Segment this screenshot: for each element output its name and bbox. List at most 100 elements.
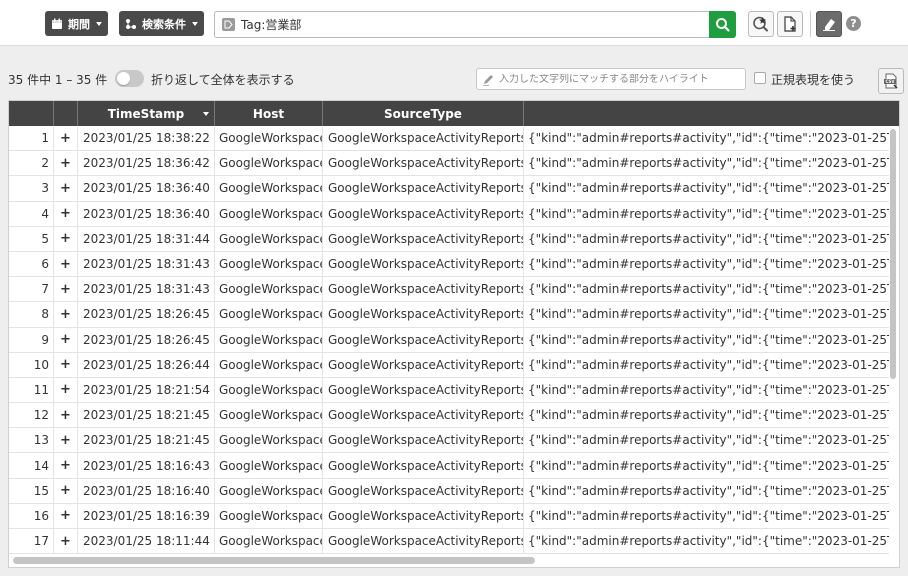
cell-timestamp: 2023/01/25 18:16:40 <box>78 478 215 503</box>
cell-raw: {"kind":"admin#reports#activity","id":{"… <box>528 534 889 549</box>
table-row[interactable]: 8 +2023/01/25 18:26:45 GoogleWorkspace Goog… <box>9 302 889 328</box>
toolbar: 期間 検索条件 ? <box>0 0 908 46</box>
expand-row-button[interactable]: + <box>54 428 78 453</box>
expand-row-button[interactable]: + <box>54 201 78 226</box>
expand-row-button[interactable]: + <box>54 529 78 554</box>
table-row[interactable]: 9 +2023/01/25 18:26:45 GoogleWorkspace Goog… <box>9 327 889 353</box>
help-icon[interactable]: ? <box>846 16 861 31</box>
calendar-icon <box>51 18 63 30</box>
header-raw[interactable] <box>524 101 899 126</box>
pen-icon <box>482 73 495 86</box>
search-button[interactable] <box>709 11 736 38</box>
header-host-label: Host <box>252 106 285 121</box>
table-row[interactable]: 11 +2023/01/25 18:21:54 GoogleWorkspace Goo… <box>9 377 889 404</box>
row-number: 2 <box>9 151 54 176</box>
table-row[interactable]: 14 +2023/01/25 18:16:43 GoogleWorkspace Goo… <box>9 453 889 479</box>
regex-label: 正規表現を使う <box>771 73 856 87</box>
expand-row-button[interactable]: + <box>54 478 78 503</box>
expand-row-button[interactable]: + <box>54 377 78 403</box>
table-row[interactable]: 5 +2023/01/25 18:31:44 GoogleWorkspace Goog… <box>9 226 889 252</box>
row-number: 9 <box>9 327 54 352</box>
cell-timestamp: 2023/01/25 18:16:39 <box>78 503 215 528</box>
cell-host: GoogleWorkspace <box>215 478 323 503</box>
vertical-scrollbar[interactable] <box>890 129 896 379</box>
cell-raw: {"kind":"admin#reports#activity","id":{"… <box>528 458 889 473</box>
expand-row-button[interactable]: + <box>54 302 78 327</box>
row-number: 10 <box>9 352 54 377</box>
search-conditions-button[interactable]: 検索条件 <box>119 11 204 36</box>
cell-timestamp: 2023/01/25 18:31:44 <box>78 226 215 251</box>
table-row[interactable]: 13 +2023/01/25 18:21:45 GoogleWorkspace Goo… <box>9 428 889 454</box>
expand-row-button[interactable]: + <box>54 226 78 251</box>
cell-host: GoogleWorkspace <box>215 302 323 327</box>
expand-row-button[interactable]: + <box>54 327 78 352</box>
row-number: 13 <box>9 428 54 453</box>
filter-icon <box>125 18 137 30</box>
cell-host: GoogleWorkspace <box>215 428 323 453</box>
cell-sourcetype: GoogleWorkspaceActivityReports <box>323 126 524 151</box>
cell-timestamp: 2023/01/25 18:26:45 <box>78 302 215 327</box>
header-sourcetype[interactable]: SourceType <box>323 101 524 126</box>
regex-checkbox[interactable] <box>754 72 766 84</box>
highlight-input[interactable] <box>499 73 739 85</box>
cell-raw: {"kind":"admin#reports#activity","id":{"… <box>528 508 889 523</box>
table-row[interactable]: 1 +2023/01/25 18:38:22 GoogleWorkspace Goog… <box>9 126 889 152</box>
cell-timestamp: 2023/01/25 18:31:43 <box>78 277 215 302</box>
row-number: 3 <box>9 176 54 201</box>
period-button[interactable]: 期間 <box>45 11 108 36</box>
expand-row-button[interactable]: + <box>54 453 78 478</box>
row-number: 8 <box>9 302 54 327</box>
expand-row-button[interactable]: + <box>54 403 78 428</box>
cell-timestamp: 2023/01/25 18:26:44 <box>78 352 215 377</box>
cell-timestamp: 2023/01/25 18:26:45 <box>78 327 215 352</box>
cell-timestamp: 2023/01/25 18:36:40 <box>78 201 215 226</box>
cell-sourcetype: GoogleWorkspaceActivityReports <box>323 352 524 377</box>
cell-host: GoogleWorkspace <box>215 201 323 226</box>
row-number: 15 <box>9 478 54 503</box>
table-row[interactable]: 15 +2023/01/25 18:16:40 GoogleWorkspace Goo… <box>9 478 889 504</box>
cell-sourcetype: GoogleWorkspaceActivityReports <box>323 277 524 302</box>
cell-timestamp: 2023/01/25 18:36:40 <box>78 176 215 201</box>
table-row[interactable]: 12 +2023/01/25 18:21:45 GoogleWorkspace Goo… <box>9 403 889 429</box>
favorite-search-button[interactable] <box>748 11 774 37</box>
expand-row-button[interactable]: + <box>54 352 78 377</box>
expand-row-button[interactable]: + <box>54 126 78 151</box>
cell-sourcetype: GoogleWorkspaceActivityReports <box>323 251 524 277</box>
search-icon <box>715 17 730 32</box>
cell-raw: {"kind":"admin#reports#activity","id":{"… <box>528 433 889 448</box>
table-row[interactable]: 10 +2023/01/25 18:26:44 GoogleWorkspace Goo… <box>9 352 889 378</box>
search-input[interactable] <box>241 17 681 32</box>
cell-timestamp: 2023/01/25 18:11:44 <box>78 529 215 554</box>
row-number: 4 <box>9 201 54 226</box>
cell-host: GoogleWorkspace <box>215 151 323 176</box>
cell-raw: {"kind":"admin#reports#activity","id":{"… <box>528 181 889 196</box>
clear-button[interactable] <box>816 11 842 37</box>
header-host[interactable]: Host <box>215 101 323 126</box>
csv-export-button[interactable]: CSV <box>878 68 904 94</box>
row-number: 12 <box>9 403 54 428</box>
header-timestamp-label: TimeStamp <box>107 106 185 121</box>
expand-row-button[interactable]: + <box>54 503 78 528</box>
cell-host: GoogleWorkspace <box>215 226 323 251</box>
cell-host: GoogleWorkspace <box>215 453 323 478</box>
expand-row-button[interactable]: + <box>54 277 78 302</box>
table-row[interactable]: 7 +2023/01/25 18:31:43 GoogleWorkspace Goog… <box>9 277 889 303</box>
table-row[interactable]: 4 +2023/01/25 18:36:40 GoogleWorkspace Goog… <box>9 201 889 227</box>
table-row[interactable]: 2 +2023/01/25 18:36:42 GoogleWorkspace Goog… <box>9 151 889 177</box>
table-header: TimeStamp Host SourceType <box>9 101 899 126</box>
table-row[interactable]: 3 +2023/01/25 18:36:40 GoogleWorkspace Goog… <box>9 176 889 202</box>
csv-icon: CSV <box>882 72 900 90</box>
table-row[interactable]: 6 +2023/01/25 18:31:43 GoogleWorkspace Goog… <box>9 251 889 278</box>
header-timestamp[interactable]: TimeStamp <box>78 101 215 126</box>
horizontal-scrollbar[interactable] <box>13 557 535 564</box>
expand-row-button[interactable]: + <box>54 176 78 201</box>
expand-row-button[interactable]: + <box>54 251 78 277</box>
wrap-toggle[interactable] <box>115 70 144 87</box>
table-row[interactable]: 16 +2023/01/25 18:16:39 GoogleWorkspace Goo… <box>9 503 889 529</box>
expand-row-button[interactable]: + <box>54 151 78 176</box>
save-search-button[interactable] <box>777 11 803 37</box>
cell-timestamp: 2023/01/25 18:36:42 <box>78 151 215 176</box>
cell-host: GoogleWorkspace <box>215 403 323 428</box>
cell-host: GoogleWorkspace <box>215 503 323 528</box>
table-row[interactable]: 17 +2023/01/25 18:11:44 GoogleWorkspace Goo… <box>9 529 889 555</box>
